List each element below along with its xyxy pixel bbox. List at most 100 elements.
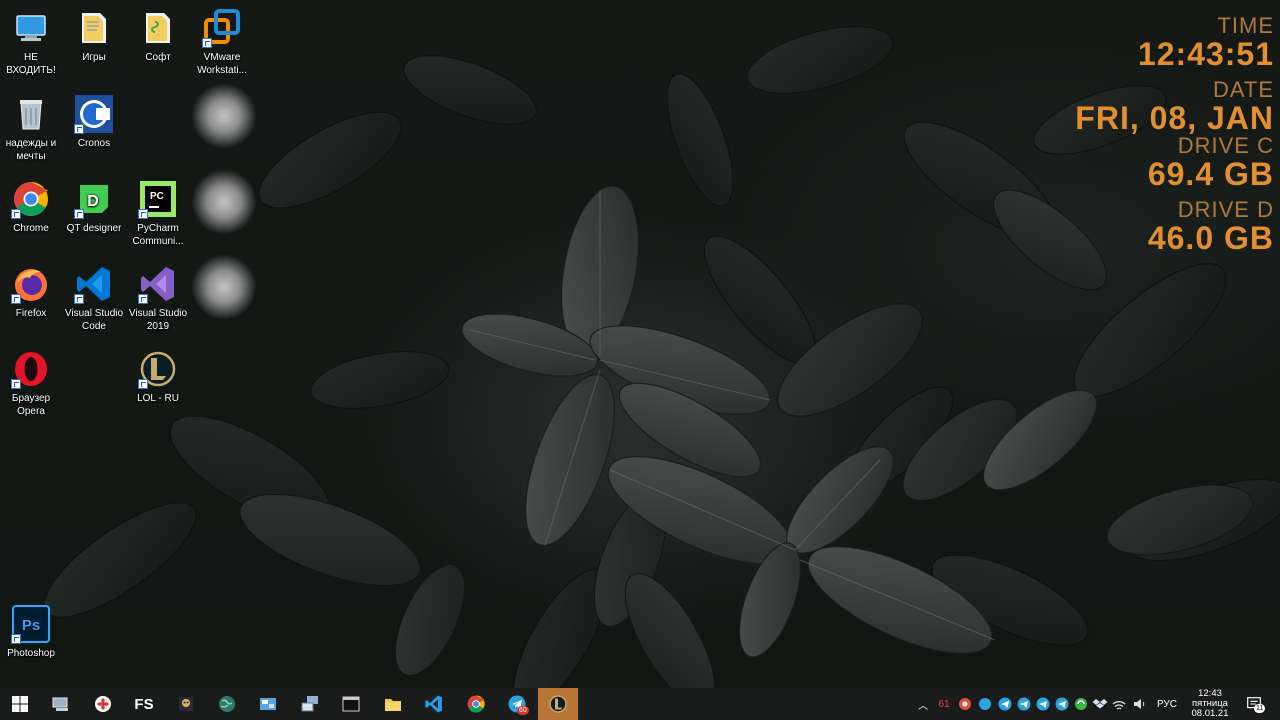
language-indicator[interactable]: РУС bbox=[1152, 688, 1182, 720]
chrome-icon bbox=[467, 695, 485, 713]
drive-c-value: 69.4 GB bbox=[1147, 156, 1274, 192]
desktop-icon-pycharm[interactable]: PC PyCharm Communi... bbox=[127, 177, 189, 248]
desktop-icon-photoshop[interactable]: Ps Photoshop bbox=[0, 602, 62, 660]
taskbar-app-computer[interactable] bbox=[41, 688, 81, 720]
league-of-legends-icon bbox=[549, 695, 567, 713]
clock-date: 08.01.21 bbox=[1191, 708, 1229, 719]
tray-app-1[interactable] bbox=[956, 688, 974, 720]
computer-icon bbox=[11, 8, 51, 48]
vscode-icon bbox=[74, 264, 114, 304]
cronos-icon bbox=[74, 94, 114, 134]
tray-telegram-4[interactable] bbox=[1053, 688, 1071, 720]
terminal-icon bbox=[342, 696, 360, 712]
opera-icon bbox=[11, 349, 51, 389]
action-center-button[interactable]: 11 bbox=[1240, 688, 1268, 720]
tray-overflow-chevron[interactable]: ︿ bbox=[914, 688, 932, 720]
tray-dropbox[interactable] bbox=[1091, 688, 1109, 720]
tray-counter[interactable]: 61 bbox=[934, 688, 954, 720]
date-value: FRI, 08, JAN bbox=[1075, 100, 1274, 136]
vscode-icon bbox=[425, 695, 442, 713]
blurred-icon bbox=[192, 84, 256, 148]
desktop-icon-vmware[interactable]: VMware Workstati... bbox=[191, 6, 253, 77]
chevron-up-icon: ︿ bbox=[918, 700, 928, 712]
start-button[interactable] bbox=[0, 688, 40, 720]
taskbar-clock[interactable]: 12:43 пятница 08.01.21 bbox=[1184, 688, 1236, 720]
desktop-icon-firefox[interactable]: Firefox bbox=[0, 262, 62, 320]
tray-volume[interactable] bbox=[1130, 688, 1148, 720]
taskbar-app-vscode[interactable] bbox=[414, 688, 454, 720]
taskbar-app-character[interactable] bbox=[166, 688, 206, 720]
taskbar-app-control-panel[interactable] bbox=[248, 688, 288, 720]
telegram-unread-badge: 60 bbox=[517, 706, 529, 715]
character-icon bbox=[179, 697, 193, 711]
desktop-icon-opera[interactable]: Браузер Opera bbox=[0, 347, 62, 418]
svg-text:D: D bbox=[87, 193, 99, 210]
desktop-icon-lol[interactable]: LOL - RU bbox=[127, 347, 189, 405]
tray-wifi[interactable] bbox=[1110, 688, 1128, 720]
drive-c-label: DRIVE C bbox=[1177, 133, 1274, 158]
date-label: DATE bbox=[1212, 77, 1274, 102]
desktop-icon-qt-designer[interactable]: D QT designer bbox=[63, 177, 125, 235]
time-label: TIME bbox=[1217, 13, 1274, 38]
volume-icon bbox=[1134, 699, 1145, 709]
computer-icon bbox=[52, 697, 68, 711]
time-value: 12:43:51 bbox=[1137, 36, 1274, 72]
desktop-icon-this-pc[interactable]: НЕ ВХОДИТЬ! bbox=[0, 6, 62, 77]
tray-sync[interactable] bbox=[1072, 688, 1090, 720]
dropbox-icon bbox=[1092, 699, 1108, 709]
taskbar-app-terminal[interactable] bbox=[331, 688, 371, 720]
desktop-icon-chrome[interactable]: Chrome bbox=[0, 177, 62, 235]
visual-studio-icon bbox=[138, 264, 178, 304]
taskbar-app-league-of-legends[interactable] bbox=[538, 688, 578, 720]
taskbar-app-file-explorer[interactable] bbox=[373, 688, 413, 720]
red-cross-icon bbox=[95, 696, 111, 712]
qt-designer-icon: D bbox=[74, 179, 114, 219]
system-info-widget: TIME 12:43:51 DATE FRI, 08, JAN DRIVE C … bbox=[1034, 13, 1274, 256]
folder-icon bbox=[385, 699, 401, 711]
blurred-icon bbox=[192, 255, 256, 319]
taskbar-app-fs[interactable]: FS bbox=[124, 688, 164, 720]
league-of-legends-icon bbox=[138, 349, 178, 389]
network-icon bbox=[301, 696, 318, 712]
photoshop-icon: Ps bbox=[11, 604, 51, 644]
globe-icon bbox=[219, 696, 235, 712]
folder-icon bbox=[138, 8, 178, 48]
drive-d-label: DRIVE D bbox=[1177, 197, 1274, 222]
notification-count-badge: 11 bbox=[1254, 704, 1266, 713]
drive-d-value: 46.0 GB bbox=[1147, 220, 1274, 256]
desktop-icon-visual-studio[interactable]: Visual Studio 2019 bbox=[127, 262, 189, 333]
control-panel-icon bbox=[260, 698, 276, 710]
tray-telegram-1[interactable] bbox=[996, 688, 1014, 720]
vmware-icon bbox=[202, 8, 242, 48]
desktop-icon-cronos[interactable]: Cronos bbox=[63, 92, 125, 150]
taskbar-app-globe[interactable] bbox=[207, 688, 247, 720]
svg-text:Ps: Ps bbox=[22, 617, 40, 634]
folder-icon bbox=[74, 8, 114, 48]
taskbar-app-chrome[interactable] bbox=[456, 688, 496, 720]
telegram-icon bbox=[1055, 697, 1069, 711]
taskbar-app-medical[interactable] bbox=[83, 688, 123, 720]
recycle-bin-icon bbox=[11, 94, 51, 134]
telegram-icon bbox=[998, 697, 1012, 711]
taskbar-app-telegram[interactable]: 60 bbox=[497, 688, 537, 720]
telegram-icon bbox=[1036, 697, 1050, 711]
app-tray-icon bbox=[959, 698, 971, 710]
tray-telegram-2[interactable] bbox=[1015, 688, 1033, 720]
desktop-icon-soft-folder[interactable]: Софт bbox=[127, 6, 189, 64]
tray-app-2[interactable] bbox=[976, 688, 994, 720]
tray-telegram-3[interactable] bbox=[1034, 688, 1052, 720]
app-tray-icon bbox=[979, 698, 991, 710]
windows-icon bbox=[12, 696, 28, 712]
desktop-icon-games-folder[interactable]: Игры bbox=[63, 6, 125, 64]
telegram-icon bbox=[1017, 697, 1031, 711]
taskbar: FS 60 ︿ 61 РУС 12:43 пятница 08.01.21 11 bbox=[0, 688, 1280, 720]
desktop-icon-vscode[interactable]: Visual Studio Code bbox=[63, 262, 125, 333]
taskbar-app-network[interactable] bbox=[290, 688, 330, 720]
chrome-icon bbox=[11, 179, 51, 219]
firefox-icon bbox=[11, 264, 51, 304]
svg-text:PC: PC bbox=[150, 191, 164, 202]
sync-icon bbox=[1075, 698, 1087, 710]
pycharm-icon: PC bbox=[138, 179, 178, 219]
wifi-icon bbox=[1112, 701, 1126, 710]
desktop-icon-recycle-bin[interactable]: надежды и мечты bbox=[0, 92, 62, 163]
